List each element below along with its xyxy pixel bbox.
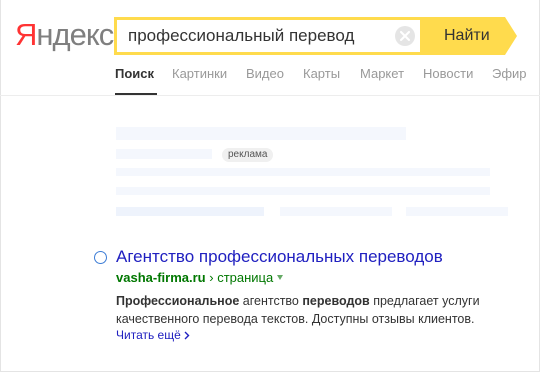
read-more-link[interactable]: Читать ещё [116,328,190,342]
ad-sitelink-placeholder-3 [406,207,508,216]
snippet-highlight-2: переводов [302,294,370,308]
search-input[interactable] [128,20,388,52]
find-button-arrow[interactable] [505,17,517,55]
ad-text-placeholder-2 [116,187,490,195]
snippet-text-1: агентство [239,294,303,308]
tab-video[interactable]: Видео [246,66,284,81]
url-menu-caret-icon[interactable] [277,275,284,280]
result-url: vasha-firma.ru › страница [116,270,284,286]
logo-first-letter: Я [15,17,37,52]
result-domain-link[interactable]: vasha-firma.ru [116,270,206,285]
ad-sitelink-placeholder-1 [116,207,264,216]
result-crumb-link[interactable]: страница [217,270,273,285]
chevron-right-icon [184,331,190,340]
result-favicon-icon [94,251,107,264]
tab-maps[interactable]: Карты [303,66,340,81]
result-snippet: Профессиональное агентство переводов пре… [116,292,516,328]
search-box [114,17,420,55]
logo-rest: ндекс [36,17,114,52]
ad-badge: реклама [222,148,274,162]
tab-efir[interactable]: Эфир [492,66,527,81]
snippet-highlight-1: Профессиональное [116,294,240,308]
tab-market[interactable]: Маркет [360,66,404,81]
url-separator: › [209,270,214,285]
ad-text-placeholder-1 [116,168,490,176]
yandex-logo[interactable]: Яндекс [15,17,114,52]
tab-news[interactable]: Новости [423,66,473,81]
ad-url-placeholder [116,149,212,159]
result-title-link[interactable]: Агентство профессиональных переводов [116,246,443,268]
tab-images[interactable]: Картинки [172,66,227,81]
ad-title-placeholder [116,127,406,140]
clear-icon[interactable] [395,26,415,46]
tab-search[interactable]: Поиск [115,66,154,81]
find-button[interactable]: Найти [420,17,505,55]
ad-sitelink-placeholder-2 [280,207,392,216]
header-divider [0,95,540,96]
read-more-label: Читать ещё [116,328,181,342]
